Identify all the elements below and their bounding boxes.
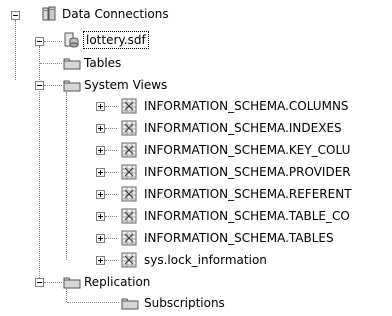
- tree-item-view[interactable]: INFORMATION_SCHEMA.COLUMNS: [144, 98, 349, 114]
- collapse-toggle-replication[interactable]: [35, 278, 44, 287]
- tree-item-tables[interactable]: Tables: [84, 55, 121, 71]
- view-grid-icon: [121, 98, 137, 114]
- folder-icon: [121, 295, 139, 311]
- view-grid-icon: [121, 120, 137, 136]
- server-explorer-tree: Data Connections lottery.sdf Tables Syst…: [0, 0, 392, 316]
- tree-item-view[interactable]: INFORMATION_SCHEMA.INDEXES: [144, 120, 342, 136]
- tree-item-view[interactable]: INFORMATION_SCHEMA.KEY_COLU: [144, 142, 350, 158]
- expand-toggle-view[interactable]: [96, 190, 105, 199]
- tree-item-view[interactable]: INFORMATION_SCHEMA.PROVIDER: [144, 164, 351, 180]
- collapse-toggle-system-views[interactable]: [35, 81, 44, 90]
- view-grid-icon: [121, 142, 137, 158]
- expand-toggle-view[interactable]: [96, 102, 105, 111]
- tree-item-replication[interactable]: Replication: [84, 274, 150, 290]
- database-file-icon: [64, 32, 80, 48]
- tree-item-view[interactable]: INFORMATION_SCHEMA.TABLES: [144, 230, 334, 246]
- view-grid-icon: [121, 252, 137, 268]
- folder-icon: [63, 55, 81, 71]
- tree-item-view[interactable]: INFORMATION_SCHEMA.REFERENT: [144, 186, 352, 202]
- view-grid-icon: [121, 208, 137, 224]
- view-grid-icon: [121, 164, 137, 180]
- tree-item-data-connections[interactable]: Data Connections: [62, 6, 169, 22]
- tree-item-system-views[interactable]: System Views: [84, 77, 167, 93]
- folder-icon: [63, 274, 81, 290]
- view-grid-icon: [121, 230, 137, 246]
- expand-toggle-view[interactable]: [96, 234, 105, 243]
- tree-item-lottery-sdf[interactable]: lottery.sdf: [83, 31, 149, 49]
- view-grid-icon: [121, 186, 137, 202]
- folder-icon: [63, 77, 81, 93]
- database-server-icon: [41, 6, 57, 22]
- collapse-toggle-data-connections[interactable]: [11, 11, 20, 20]
- collapse-toggle-lottery-sdf[interactable]: [35, 37, 44, 46]
- expand-toggle-view[interactable]: [96, 124, 105, 133]
- tree-item-view[interactable]: sys.lock_information: [144, 252, 267, 268]
- expand-toggle-view[interactable]: [96, 146, 105, 155]
- expand-toggle-view[interactable]: [96, 212, 105, 221]
- tree-item-view[interactable]: INFORMATION_SCHEMA.TABLE_CO: [144, 208, 350, 224]
- expand-toggle-view[interactable]: [96, 256, 105, 265]
- expand-toggle-view[interactable]: [96, 168, 105, 177]
- tree-item-subscriptions[interactable]: Subscriptions: [144, 295, 225, 311]
